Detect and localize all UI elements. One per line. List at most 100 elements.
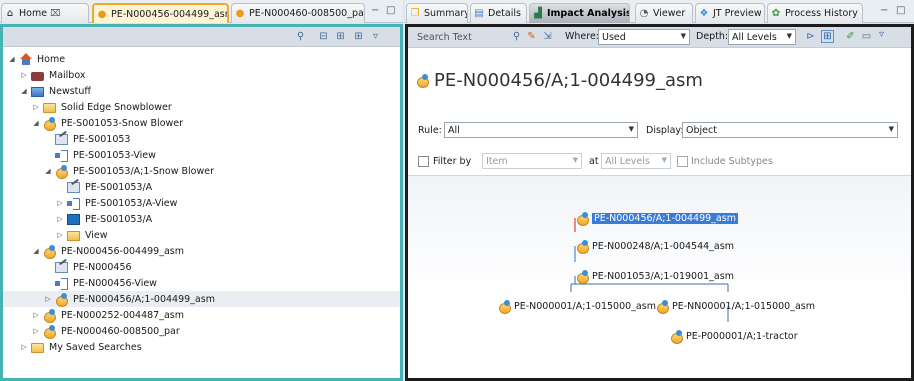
collapsed-arrow-icon[interactable]: ▷ bbox=[55, 199, 65, 207]
tree-node-pe-s001053[interactable]: PE-S001053 bbox=[43, 131, 132, 147]
tree-node-pe-s001053-snow-blower[interactable]: ◢ PE-S001053-Snow Blower bbox=[31, 115, 185, 131]
item-icon bbox=[43, 116, 56, 131]
expanded-arrow-icon[interactable]: ◢ bbox=[19, 87, 29, 95]
item-icon: ● bbox=[235, 8, 245, 19]
expanded-arrow-icon[interactable]: ◢ bbox=[43, 167, 53, 175]
tree-node-pe-s001053-a-view[interactable]: ▷ PE-S001053/A-View bbox=[55, 195, 179, 211]
navigator-tree: ◢ Home ▷ Mailbox ◢ Newstuff ▷ Solid Edge… bbox=[3, 49, 400, 378]
expand-all-icon[interactable]: ⊞ bbox=[334, 30, 347, 43]
close-icon[interactable]: ⌧ bbox=[50, 9, 60, 19]
graph-node[interactable]: PE-NN00001/A;1-015000_asm bbox=[656, 299, 815, 314]
filter-type-select[interactable]: Item ▼ bbox=[482, 153, 582, 169]
tree-node-newstuff[interactable]: ◢ Newstuff bbox=[19, 83, 93, 99]
tree-node-pe-s001053-view[interactable]: PE-S001053-View bbox=[43, 147, 158, 163]
tree-node-pe-s001053-a[interactable]: PE-S001053/A bbox=[55, 179, 154, 195]
view-icon bbox=[55, 149, 68, 162]
tab-viewer[interactable]: ◔ Viewer bbox=[635, 3, 693, 23]
item-master-icon bbox=[55, 134, 68, 145]
tab-jt-preview[interactable]: ❖ JT Preview bbox=[695, 3, 765, 23]
maximize-icon[interactable]: □ bbox=[386, 5, 395, 16]
minimize-icon[interactable]: − bbox=[880, 5, 888, 16]
graph-node[interactable]: PE-P000001/A;1-tractor bbox=[670, 329, 798, 344]
display-select-value: Object bbox=[686, 124, 717, 136]
tab-jt-preview-label: JT Preview bbox=[713, 8, 762, 19]
clear-search-icon[interactable]: ✎ bbox=[525, 30, 538, 43]
chevron-down-icon: ▼ bbox=[786, 32, 792, 40]
tree-node-label: PE-N000456 bbox=[73, 261, 132, 273]
send-to-icon[interactable]: ⇲ bbox=[541, 30, 554, 43]
object-title: PE-N000456/A;1-004499_asm bbox=[416, 70, 703, 91]
tree-node-pe-n000456-asm[interactable]: ◢ PE-N000456-004499_asm bbox=[31, 243, 186, 259]
tab-summary-label: Summary bbox=[424, 8, 468, 19]
graph-node[interactable]: PE-N001053/A;1-019001_asm bbox=[576, 269, 734, 284]
filter-by-checkbox[interactable] bbox=[418, 156, 429, 167]
pen-icon[interactable]: ✐ bbox=[844, 30, 857, 43]
tab-details[interactable]: ▤ Details bbox=[470, 3, 527, 23]
tab-summary[interactable]: ❐ Summary bbox=[406, 3, 468, 23]
tab-pe-n000460[interactable]: ● PE-N000460-008500_par bbox=[231, 3, 365, 23]
tab-pe-n000456[interactable]: ● PE-N000456-004499_asm bbox=[92, 3, 229, 23]
at-level-select[interactable]: All Levels ▼ bbox=[601, 153, 671, 169]
tree-node-pe-s001053-a-dataset[interactable]: ▷ PE-S001053/A bbox=[55, 211, 154, 227]
home-icon: ⌂ bbox=[6, 8, 14, 19]
view-menu-icon[interactable]: ▿ bbox=[875, 28, 888, 41]
collapsed-arrow-icon[interactable]: ▷ bbox=[31, 327, 41, 335]
rule-select[interactable]: All ▼ bbox=[444, 122, 638, 138]
collapsed-arrow-icon[interactable]: ▷ bbox=[19, 343, 29, 351]
where-select[interactable]: Used ▼ bbox=[598, 29, 690, 45]
display-select[interactable]: Object ▼ bbox=[682, 122, 898, 138]
collapse-all-icon[interactable]: ⊟ bbox=[317, 30, 330, 43]
at-label: at bbox=[589, 156, 599, 167]
tab-impact-analysis[interactable]: ▟ Impact Analysis ✖ bbox=[529, 3, 630, 23]
collapsed-arrow-icon[interactable]: ▷ bbox=[19, 71, 29, 79]
tree-node-my-saved-searches[interactable]: ▷ My Saved Searches bbox=[19, 339, 144, 355]
search-text-input[interactable]: Search Text bbox=[414, 29, 506, 45]
navigator-content: ⚲ ⊟ ⊞ ⊞ ▿ ◢ Home ▷ Mailbox ◢ Newstuff ▷ … bbox=[0, 24, 403, 381]
collapsed-arrow-icon[interactable]: ▷ bbox=[55, 215, 65, 223]
tree-node-mailbox[interactable]: ▷ Mailbox bbox=[19, 67, 87, 83]
include-subtypes-label: Include Subtypes bbox=[691, 156, 773, 167]
search-icon[interactable]: ⚲ bbox=[294, 30, 307, 43]
mailbox-icon bbox=[31, 71, 44, 81]
tree-node-label: Newstuff bbox=[49, 85, 91, 97]
expanded-arrow-icon[interactable]: ◢ bbox=[31, 119, 41, 127]
item-revision-icon bbox=[576, 239, 589, 254]
expanded-arrow-icon[interactable]: ◢ bbox=[31, 247, 41, 255]
tab-home[interactable]: ⌂ Home ⌧ bbox=[1, 3, 89, 23]
collapsed-arrow-icon[interactable]: ▷ bbox=[43, 295, 53, 303]
depth-select[interactable]: All Levels ▼ bbox=[728, 29, 796, 45]
item-icon: ● bbox=[97, 8, 107, 20]
tree-node-pe-n000460[interactable]: ▷ PE-N000460-008500_par bbox=[31, 323, 182, 339]
expand-icon[interactable]: ⊞ bbox=[352, 30, 365, 43]
chevron-down-icon: ▼ bbox=[661, 156, 667, 164]
expanded-arrow-icon[interactable]: ◢ bbox=[7, 55, 17, 63]
navigator-toolbar: ⚲ ⊟ ⊞ ⊞ ▿ bbox=[3, 27, 400, 47]
tree-node-home[interactable]: ◢ Home bbox=[7, 51, 67, 67]
tree-node-pe-n000456-view[interactable]: PE-N000456-View bbox=[43, 275, 159, 291]
collapsed-arrow-icon[interactable]: ▷ bbox=[55, 231, 65, 239]
view-menu-icon[interactable]: ▿ bbox=[369, 30, 382, 43]
collapsed-arrow-icon[interactable]: ▷ bbox=[31, 103, 41, 111]
search-icon[interactable]: ⚲ bbox=[510, 30, 523, 43]
item-revision-icon bbox=[656, 299, 669, 314]
include-subtypes-checkbox[interactable] bbox=[677, 156, 688, 167]
maximize-icon[interactable]: □ bbox=[896, 5, 905, 16]
tab-process-history[interactable]: ✿ Process History bbox=[767, 3, 863, 23]
tree-node-pe-n000456-a1[interactable]: ▷ PE-N000456/A;1-004499_asm bbox=[3, 291, 400, 307]
tree-layout-icon[interactable]: ⊳ bbox=[804, 30, 817, 43]
collapsed-arrow-icon[interactable]: ▷ bbox=[31, 311, 41, 319]
tree-node-pe-s001053-a1[interactable]: ◢ PE-S001053/A;1-Snow Blower bbox=[43, 163, 216, 179]
item-revision-icon bbox=[498, 299, 511, 314]
tree-node-pe-n000456[interactable]: PE-N000456 bbox=[43, 259, 134, 275]
rule-label: Rule: bbox=[418, 125, 442, 136]
graph-node[interactable]: PE-N000001/A;1-015000_asm bbox=[498, 299, 656, 314]
graph-layout-icon[interactable]: ⊞ bbox=[821, 30, 834, 43]
tree-node-pe-n000252[interactable]: ▷ PE-N000252-004487_asm bbox=[31, 307, 186, 323]
graph-node-root[interactable]: PE-N000456/A;1-004499_asm bbox=[576, 211, 738, 226]
tree-node-view-folder[interactable]: ▷ View bbox=[55, 227, 110, 243]
layout-icon[interactable]: ▭ bbox=[860, 30, 873, 43]
tree-node-solid-edge-snowblower[interactable]: ▷ Solid Edge Snowblower bbox=[31, 99, 174, 115]
graph-node[interactable]: PE-N000248/A;1-004544_asm bbox=[576, 239, 734, 254]
folder-icon bbox=[43, 103, 56, 113]
minimize-icon[interactable]: − bbox=[371, 5, 379, 16]
